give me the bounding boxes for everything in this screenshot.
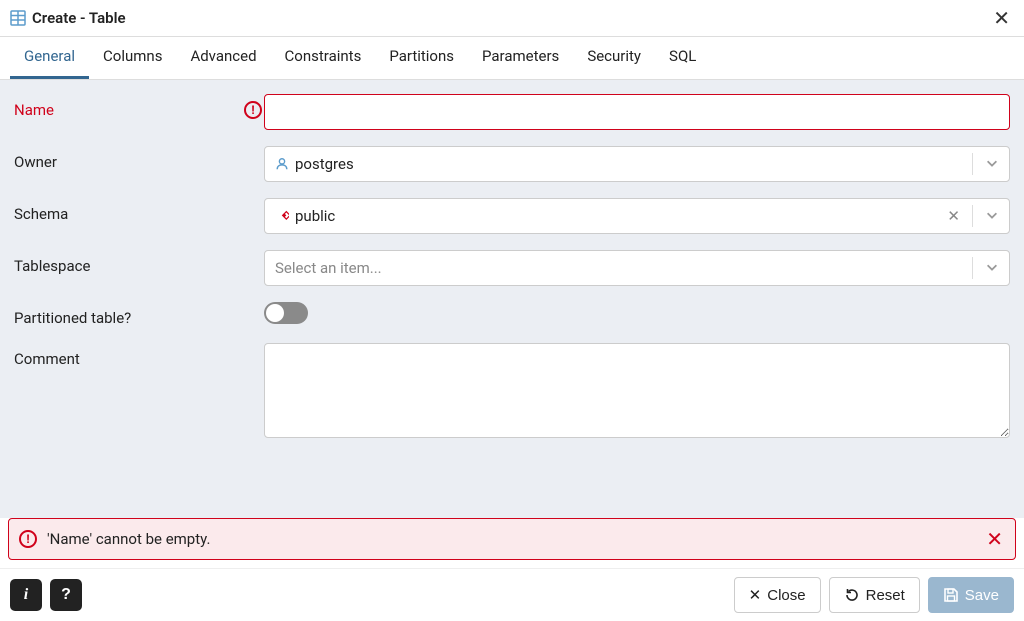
user-icon xyxy=(275,157,289,171)
dialog-title: Create - Table xyxy=(32,9,989,27)
schema-label: Schema xyxy=(14,205,264,223)
schema-select[interactable]: public ✕ xyxy=(264,198,1010,234)
name-input[interactable] xyxy=(264,94,1010,130)
tab-sql[interactable]: SQL xyxy=(655,37,710,79)
error-icon: ! xyxy=(244,101,262,119)
save-icon xyxy=(943,587,959,603)
tab-parameters[interactable]: Parameters xyxy=(468,37,573,79)
reset-button[interactable]: Reset xyxy=(829,577,920,613)
tab-partitions[interactable]: Partitions xyxy=(375,37,468,79)
partitioned-toggle[interactable] xyxy=(264,302,308,324)
tab-advanced[interactable]: Advanced xyxy=(176,37,270,79)
dialog-footer: i ? ✕ Close Reset Save xyxy=(0,568,1024,621)
chevron-down-icon xyxy=(979,154,1001,174)
tab-bar: General Columns Advanced Constraints Par… xyxy=(0,37,1024,80)
owner-label: Owner xyxy=(14,153,264,171)
owner-select[interactable]: postgres xyxy=(264,146,1010,182)
comment-label: Comment xyxy=(14,350,264,368)
error-banner: ! 'Name' cannot be empty. ✕ xyxy=(8,518,1016,560)
tablespace-select[interactable]: Select an item... xyxy=(264,250,1010,286)
chevron-down-icon xyxy=(979,206,1001,226)
error-message: 'Name' cannot be empty. xyxy=(47,530,976,548)
schema-value: public xyxy=(295,207,935,225)
tab-security[interactable]: Security xyxy=(573,37,655,79)
error-icon: ! xyxy=(19,530,37,548)
close-button-label: Close xyxy=(767,587,805,604)
tablespace-label: Tablespace xyxy=(14,257,264,275)
save-button[interactable]: Save xyxy=(928,577,1014,613)
info-button[interactable]: i xyxy=(10,579,42,611)
comment-input[interactable] xyxy=(264,343,1010,438)
help-button[interactable]: ? xyxy=(50,579,82,611)
close-button[interactable]: ✕ Close xyxy=(734,577,821,613)
clear-icon[interactable]: ✕ xyxy=(941,207,966,225)
reset-icon xyxy=(844,587,860,603)
chevron-down-icon xyxy=(979,258,1001,278)
save-button-label: Save xyxy=(965,587,999,604)
reset-button-label: Reset xyxy=(866,587,905,604)
close-icon[interactable]: ✕ xyxy=(989,6,1014,30)
close-icon: ✕ xyxy=(749,586,762,604)
name-label: Name xyxy=(14,101,238,119)
tab-constraints[interactable]: Constraints xyxy=(271,37,376,79)
owner-value: postgres xyxy=(295,155,966,173)
table-icon xyxy=(10,10,26,26)
close-icon[interactable]: ✕ xyxy=(984,527,1005,551)
tab-general[interactable]: General xyxy=(10,37,89,79)
tablespace-placeholder: Select an item... xyxy=(275,259,966,277)
partitioned-label: Partitioned table? xyxy=(14,309,264,327)
schema-icon xyxy=(275,209,289,223)
titlebar: Create - Table ✕ xyxy=(0,0,1024,37)
tab-columns[interactable]: Columns xyxy=(89,37,176,79)
